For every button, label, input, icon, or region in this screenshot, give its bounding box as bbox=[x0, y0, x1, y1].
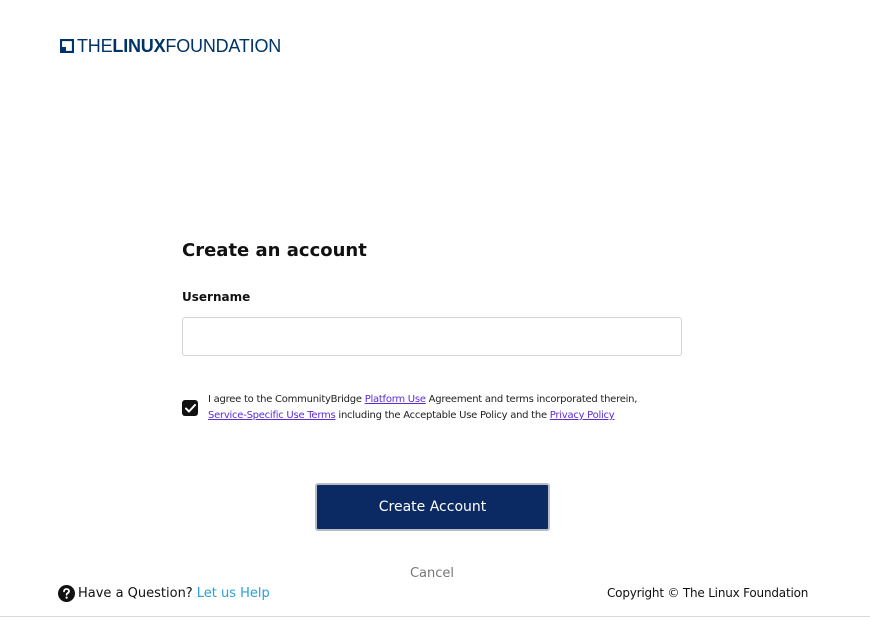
cancel-link[interactable]: Cancel bbox=[382, 565, 482, 582]
copyright-text: Copyright © The Linux Foundation bbox=[607, 586, 809, 600]
help-text: Have a Question? bbox=[78, 586, 193, 601]
create-account-button[interactable]: Create Account bbox=[315, 483, 550, 531]
username-input[interactable] bbox=[182, 317, 682, 356]
agreement-checkbox[interactable] bbox=[182, 400, 198, 416]
logo-mark-icon bbox=[60, 39, 74, 53]
agreement-text-part-1: I agree to the CommunityBridge bbox=[208, 394, 365, 405]
logo-prefix: THE bbox=[77, 36, 113, 56]
agreement-text-part-3: including the Acceptable Use Policy and … bbox=[335, 410, 550, 421]
privacy-policy-link[interactable]: Privacy Policy bbox=[550, 410, 615, 421]
help-link[interactable]: Let us Help bbox=[197, 585, 270, 602]
username-label: Username bbox=[182, 290, 251, 304]
service-specific-terms-link[interactable]: Service-Specific Use Terms bbox=[208, 410, 336, 421]
agreement-text: I agree to the CommunityBridge Platform … bbox=[208, 392, 678, 424]
linux-foundation-logo: THELINUXFOUNDATION bbox=[60, 36, 281, 56]
logo-wordmark: THELINUXFOUNDATION bbox=[77, 36, 281, 56]
help-section: Have a Question? Let us Help bbox=[58, 585, 270, 602]
logo-suffix: FOUNDATION bbox=[165, 36, 282, 56]
page-title: Create an account bbox=[182, 240, 367, 261]
agreement-text-part-2: Agreement and terms incorporated therein… bbox=[425, 394, 638, 405]
question-circle-icon bbox=[58, 585, 75, 602]
logo-bold: LINUX bbox=[112, 36, 166, 56]
platform-use-link[interactable]: Platform Use bbox=[365, 394, 426, 405]
bottom-divider bbox=[0, 616, 870, 617]
check-icon bbox=[184, 403, 196, 412]
